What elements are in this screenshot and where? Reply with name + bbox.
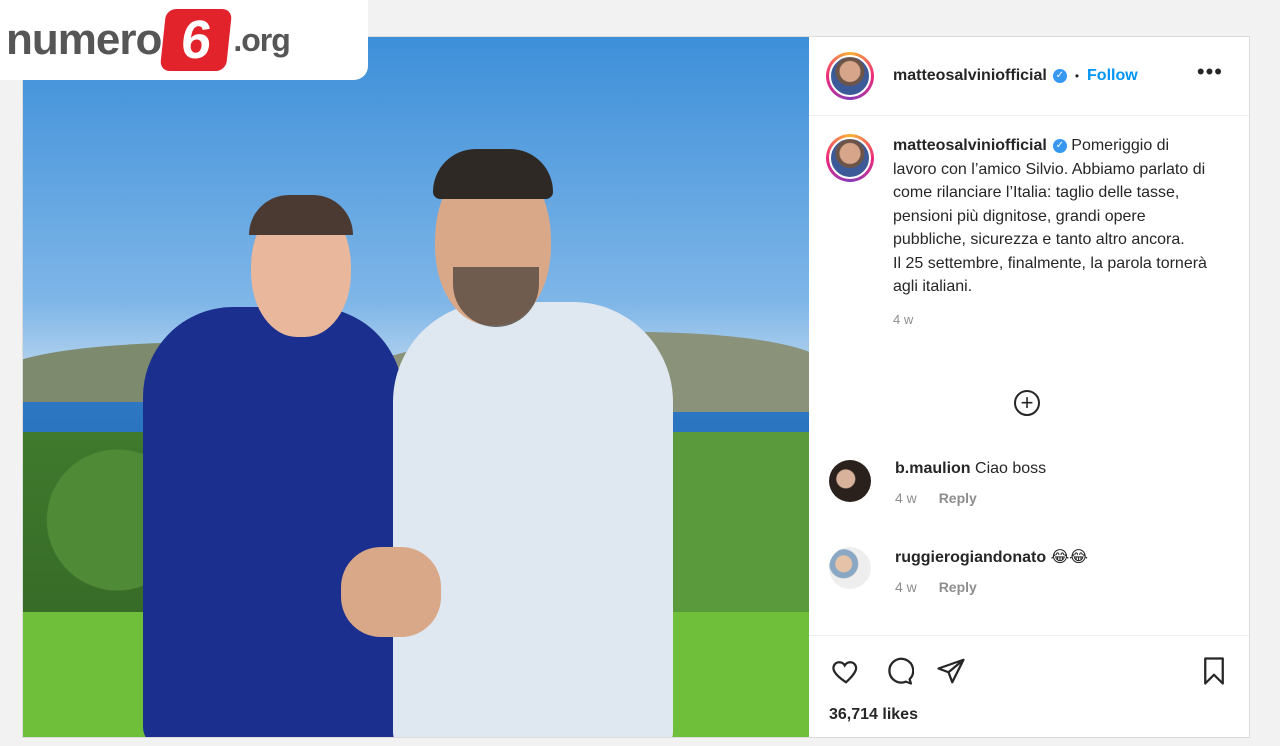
post-actions: 36,714 likes [809,635,1249,746]
bookmark-icon[interactable] [1199,656,1229,686]
logo-tld: .org [233,21,290,58]
handshake [341,547,441,637]
post-sidebar: matteosalviniofficial ✓ • Follow ••• mat… [809,37,1249,737]
author-avatar[interactable] [826,52,874,100]
logo-word: numero [6,15,162,64]
author-username[interactable]: matteosalviniofficial [893,67,1047,85]
man-right-body [393,302,673,737]
verified-badge-icon: ✓ [1052,138,1067,153]
logo-digit: 6 [160,9,233,71]
comment-time[interactable]: 4 w [895,579,917,595]
post-header: matteosalviniofficial ✓ • Follow ••• [809,37,1249,116]
commenter-username[interactable]: ruggierogiandonato [895,549,1046,566]
caption-username[interactable]: matteosalviniofficial [893,137,1047,154]
man-left-hair [249,195,353,235]
separator-dot: • [1074,69,1080,83]
post-caption: matteosalviniofficial ✓ Pomeriggio di lav… [809,116,1249,331]
share-icon[interactable] [936,656,966,686]
more-options-icon[interactable]: ••• [1197,59,1223,85]
man-left-body [143,307,403,737]
watermark-logo: numero 6 .org [0,0,368,80]
caption-avatar[interactable] [826,134,874,182]
follow-button[interactable]: Follow [1087,67,1138,85]
comment-time[interactable]: 4 w [895,490,917,506]
plus-circle-icon[interactable]: + [1014,390,1040,416]
instagram-post: matteosalviniofficial ✓ • Follow ••• mat… [22,36,1250,738]
commenter-avatar[interactable] [829,547,871,589]
heart-icon[interactable] [831,656,861,686]
caption-text: Pomeriggio di lavoro con l’amico Silvio.… [893,137,1207,295]
likes-count[interactable]: 36,714 likes [829,706,918,724]
reply-button[interactable]: Reply [939,579,977,595]
comment-item: b.maulion Ciao boss 4 w Reply [829,460,1046,506]
comment-icon[interactable] [884,656,914,686]
verified-badge-icon: ✓ [1052,69,1067,83]
man-right-hair [433,149,553,199]
commenter-username[interactable]: b.maulion [895,460,971,477]
caption-time[interactable]: 4 w [893,308,1213,332]
comment-text: 😂😂 [1050,549,1088,566]
comment-item: ruggierogiandonato 😂😂 4 w Reply [829,547,1088,595]
comment-text: Ciao boss [975,460,1047,477]
post-photo[interactable] [23,37,809,737]
reply-button[interactable]: Reply [939,490,977,506]
commenter-avatar[interactable] [829,460,871,502]
